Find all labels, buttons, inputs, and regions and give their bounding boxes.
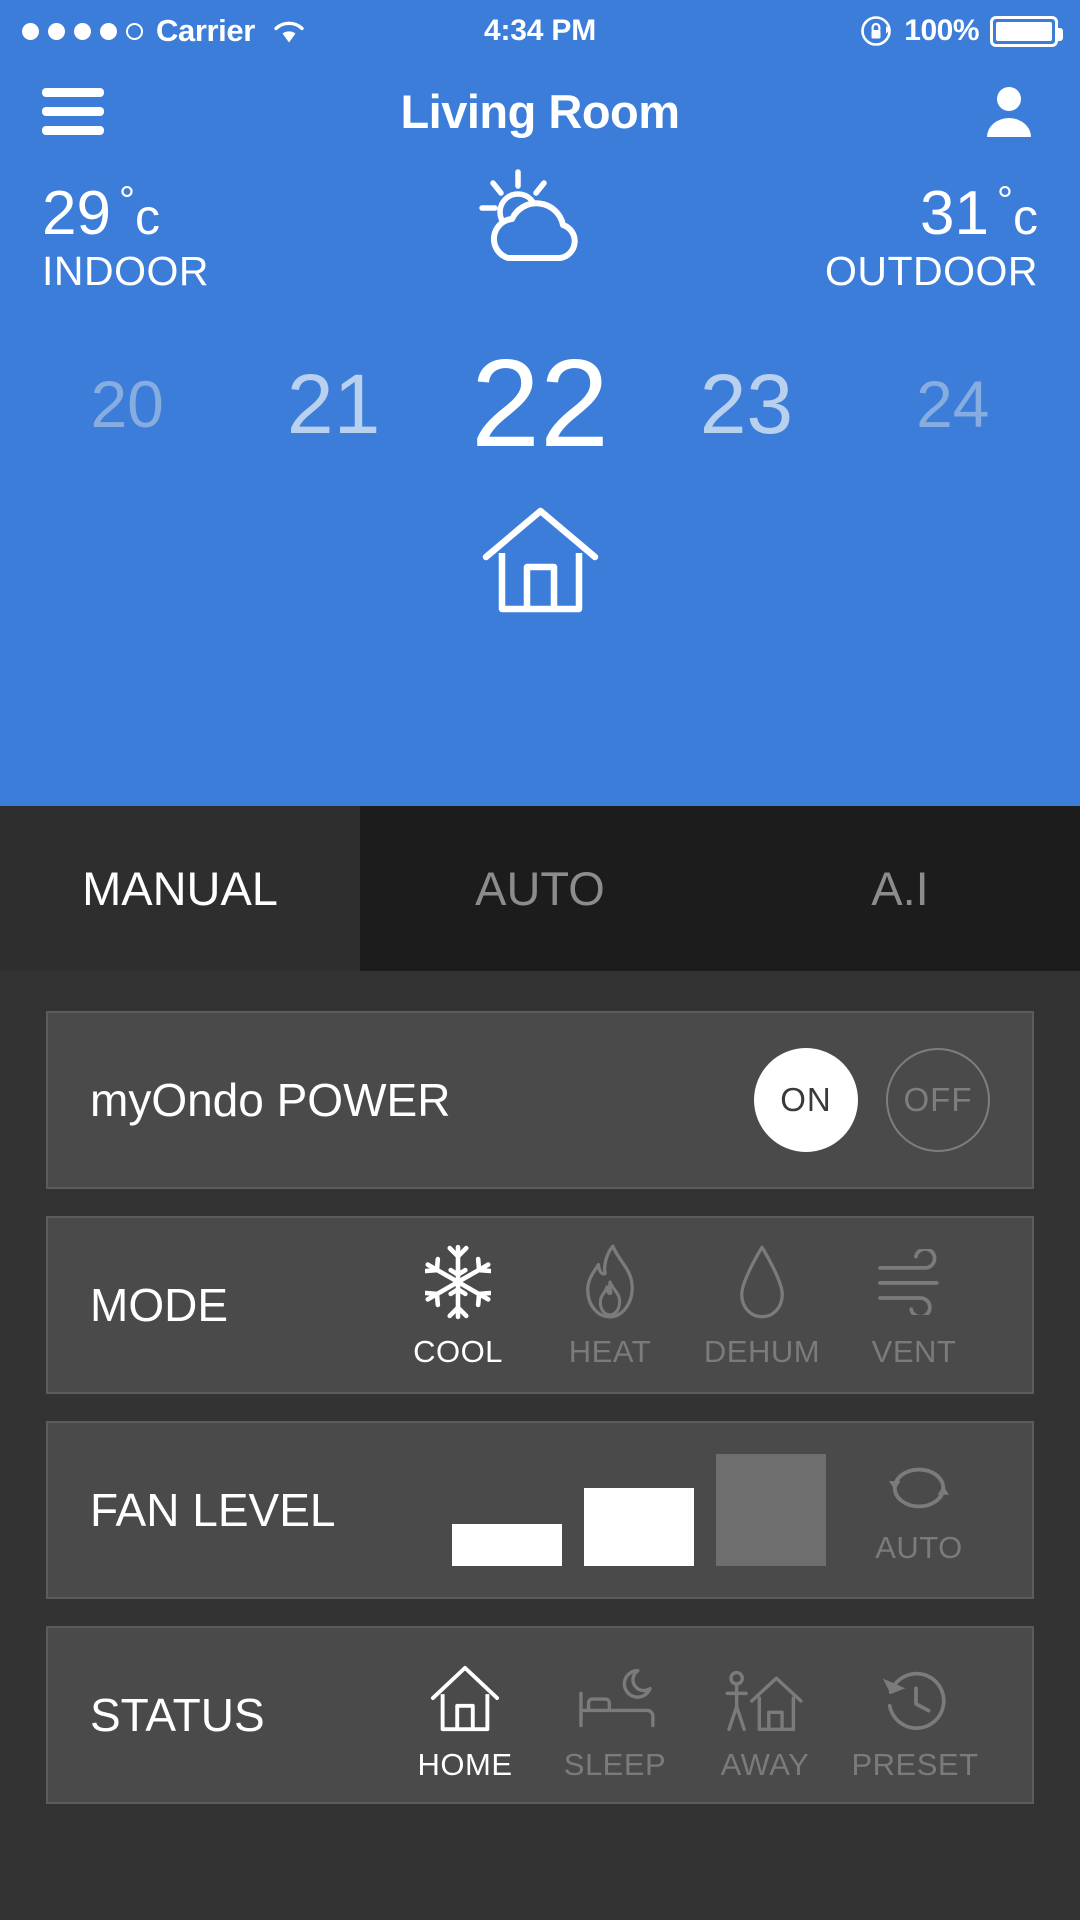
indoor-label: INDOOR (42, 248, 209, 295)
mode-vent-label: VENT (871, 1334, 957, 1369)
power-on-button[interactable]: ON (754, 1048, 858, 1152)
indoor-degree-symbol: ° (118, 179, 135, 223)
fan-level-label: FAN LEVEL (90, 1484, 336, 1536)
battery-icon (990, 15, 1063, 47)
page-title: Living Room (400, 84, 680, 138)
fan-bar-level-1[interactable] (452, 1524, 562, 1566)
power-controls: ON OFF (754, 1048, 990, 1152)
ios-status-bar: Carrier 4:34 PM 100% (0, 0, 1080, 62)
status-controls: HOME SLEEP AWAY PRESET (390, 1647, 990, 1783)
status-bar-right: 100% (859, 14, 1063, 48)
status-option-sleep[interactable]: SLEEP (540, 1647, 690, 1783)
app-header: Living Room (0, 62, 1080, 160)
control-cards: myOndo POWER ON OFF MODE COOL HEAT DEHUM… (0, 971, 1080, 1804)
status-option-preset[interactable]: PRESET (840, 1647, 990, 1783)
status-option-home[interactable]: HOME (390, 1647, 540, 1783)
battery-percent-label: 100% (904, 14, 979, 47)
mode-label: MODE (90, 1279, 228, 1331)
fan-bar-level-2[interactable] (584, 1488, 694, 1566)
outdoor-temp-value: 31 (920, 179, 989, 248)
mode-tab-bar: MANUAL AUTO A.I (0, 806, 1080, 971)
indoor-temperature: 29 °c INDOOR (42, 180, 209, 295)
rotation-lock-icon (859, 14, 893, 48)
refresh-circular-icon (882, 1455, 956, 1524)
status-card: STATUS HOME SLEEP AWAY PRESET (46, 1626, 1034, 1804)
temperature-readouts: 29 °c INDOOR 31 °c OUTDOOR (0, 160, 1080, 295)
person-leaving-house-icon (721, 1647, 809, 1735)
mode-cool-label: COOL (413, 1334, 503, 1369)
fan-level-controls: AUTO (452, 1454, 990, 1566)
temp-option-selected[interactable]: 22 (437, 333, 643, 475)
house-icon (427, 1647, 503, 1735)
indoor-temp-value-row: 29 °c (42, 180, 209, 246)
user-profile-icon[interactable] (980, 82, 1038, 140)
temp-option-4[interactable]: 24 (850, 366, 1056, 442)
power-off-button[interactable]: OFF (886, 1048, 990, 1152)
tab-manual[interactable]: MANUAL (0, 806, 360, 971)
mode-option-dehum[interactable]: DEHUM (686, 1240, 838, 1370)
mode-card: MODE COOL HEAT DEHUM VENT (46, 1216, 1034, 1394)
outdoor-temp-value-row: 31 °c (825, 180, 1038, 246)
outdoor-temperature: 31 °c OUTDOOR (825, 180, 1038, 295)
mode-controls: COOL HEAT DEHUM VENT (382, 1240, 990, 1370)
bed-moon-icon (573, 1647, 657, 1735)
fan-level-card: FAN LEVEL AUTO (46, 1421, 1034, 1599)
temp-option-1[interactable]: 21 (230, 356, 436, 453)
indoor-temp-unit: c (134, 189, 160, 245)
mode-option-cool[interactable]: COOL (382, 1240, 534, 1370)
snowflake-icon (425, 1240, 491, 1324)
mode-dehum-label: DEHUM (703, 1334, 821, 1369)
indoor-temp-value: 29 (42, 179, 111, 248)
mode-option-vent[interactable]: VENT (838, 1240, 990, 1370)
power-label: myOndo POWER (90, 1074, 451, 1126)
status-away-label: AWAY (720, 1747, 810, 1782)
outdoor-label: OUTDOOR (824, 248, 1038, 295)
mode-option-heat[interactable]: HEAT (534, 1240, 686, 1370)
status-preset-label: PRESET (851, 1747, 979, 1782)
app-screen: Carrier 4:34 PM 100% Living Room 29 °c I… (0, 0, 1080, 1920)
temp-option-3[interactable]: 23 (643, 356, 849, 453)
climate-header-panel: Carrier 4:34 PM 100% Living Room 29 °c I… (0, 0, 1080, 806)
fan-auto-button[interactable]: AUTO (848, 1455, 990, 1566)
tab-auto[interactable]: AUTO (360, 806, 720, 971)
status-home-label: HOME (417, 1747, 513, 1782)
fan-auto-label: AUTO (875, 1530, 963, 1565)
controls-panel: MANUAL AUTO A.I myOndo POWER ON OFF MODE (0, 806, 1080, 1920)
wind-icon (874, 1240, 954, 1324)
tab-ai[interactable]: A.I (720, 806, 1080, 971)
hamburger-menu-icon[interactable] (42, 87, 104, 135)
status-option-away[interactable]: AWAY (690, 1647, 840, 1783)
mode-heat-label: HEAT (568, 1334, 652, 1369)
outdoor-temp-unit: c (1013, 189, 1038, 245)
fan-bar-level-3[interactable] (716, 1454, 826, 1566)
target-temperature-picker[interactable]: 20 21 22 23 24 (0, 333, 1080, 475)
power-card: myOndo POWER ON OFF (46, 1011, 1034, 1189)
water-droplet-icon (735, 1240, 789, 1324)
flame-icon (581, 1240, 639, 1324)
temp-option-0[interactable]: 20 (24, 366, 230, 442)
status-sleep-label: SLEEP (563, 1747, 667, 1782)
clock-rewind-icon (877, 1647, 953, 1735)
status-label: STATUS (90, 1689, 265, 1741)
sun-behind-cloud-icon (460, 166, 620, 286)
outdoor-degree-symbol: ° (997, 179, 1013, 223)
house-outline-icon (0, 505, 1080, 617)
